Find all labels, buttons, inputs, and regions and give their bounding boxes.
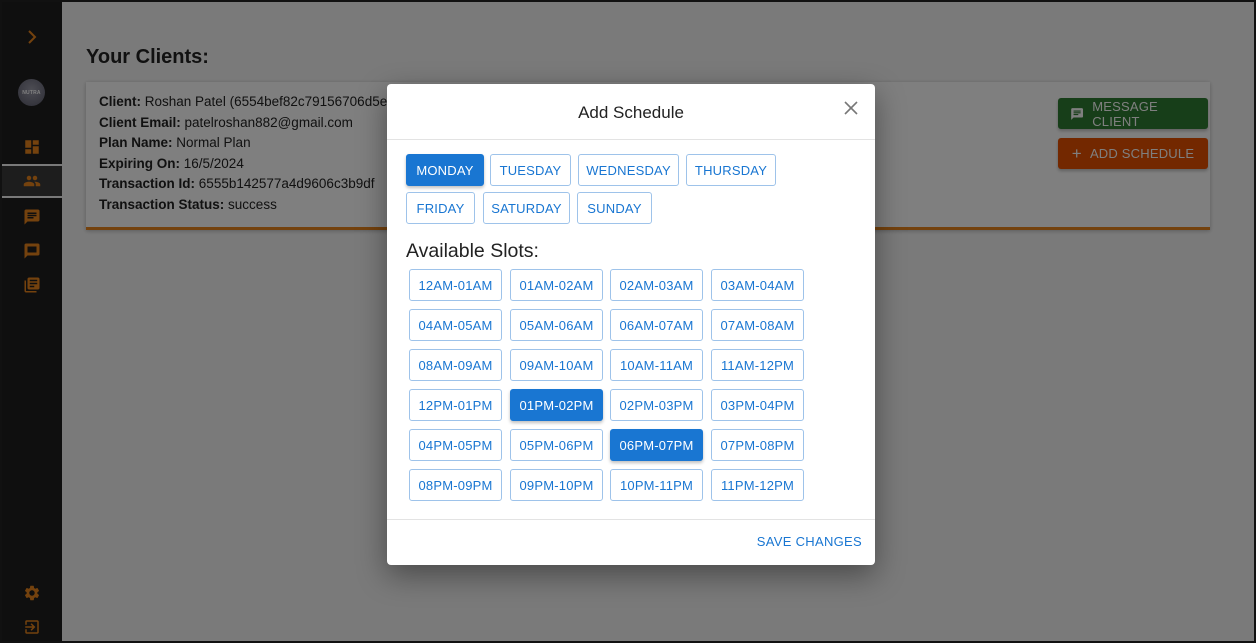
slot-chip[interactable]: 02AM-03AM xyxy=(610,269,703,301)
slot-chip[interactable]: 08PM-09PM xyxy=(409,469,502,501)
day-chip-saturday[interactable]: SATURDAY xyxy=(483,192,570,224)
slot-chip[interactable]: 10AM-11AM xyxy=(610,349,703,381)
slot-chip[interactable]: 01PM-02PM xyxy=(510,389,603,421)
slot-chip[interactable]: 07AM-08AM xyxy=(711,309,804,341)
slot-chip[interactable]: 12PM-01PM xyxy=(409,389,502,421)
slot-chip[interactable]: 03PM-04PM xyxy=(711,389,804,421)
save-changes-button[interactable]: SAVE CHANGES xyxy=(757,534,862,549)
day-chip-thursday[interactable]: THURSDAY xyxy=(686,154,776,186)
day-chip-wednesday[interactable]: WEDNESDAY xyxy=(578,154,679,186)
day-chip-sunday[interactable]: SUNDAY xyxy=(577,192,652,224)
app-window: NUTRA Your Clients: Client: Roshan Patel… xyxy=(0,0,1256,643)
slot-chip[interactable]: 05PM-06PM xyxy=(510,429,603,461)
slot-chip[interactable]: 06AM-07AM xyxy=(610,309,703,341)
day-chip-friday[interactable]: FRIDAY xyxy=(406,192,475,224)
add-schedule-dialog: Add Schedule MONDAY TUESDAY WEDNESDAY THURS… xyxy=(387,84,875,565)
slot-chip[interactable]: 09PM-10PM xyxy=(510,469,603,501)
slot-chip[interactable]: 08AM-09AM xyxy=(409,349,502,381)
slot-chip[interactable]: 10PM-11PM xyxy=(610,469,703,501)
slot-chip[interactable]: 11AM-12PM xyxy=(711,349,804,381)
slot-chip[interactable]: 09AM-10AM xyxy=(510,349,603,381)
close-button[interactable] xyxy=(841,98,861,118)
slot-chip[interactable]: 06PM-07PM xyxy=(610,429,703,461)
dialog-title: Add Schedule xyxy=(578,103,684,122)
dialog-footer: SAVE CHANGES xyxy=(387,519,875,565)
slot-chip[interactable]: 03AM-04AM xyxy=(711,269,804,301)
slot-chip[interactable]: 11PM-12PM xyxy=(711,469,804,501)
dialog-header: Add Schedule xyxy=(387,84,875,140)
slot-chip[interactable]: 04PM-05PM xyxy=(409,429,502,461)
slot-chip[interactable]: 12AM-01AM xyxy=(409,269,502,301)
slot-chip[interactable]: 07PM-08PM xyxy=(711,429,804,461)
slot-chip[interactable]: 02PM-03PM xyxy=(610,389,703,421)
slots-title: Available Slots: xyxy=(406,240,539,262)
slot-chip[interactable]: 05AM-06AM xyxy=(510,309,603,341)
day-chip-monday[interactable]: MONDAY xyxy=(406,154,484,186)
close-icon xyxy=(844,101,858,115)
slot-chip[interactable]: 04AM-05AM xyxy=(409,309,502,341)
slot-chip[interactable]: 01AM-02AM xyxy=(510,269,603,301)
day-chip-tuesday[interactable]: TUESDAY xyxy=(490,154,571,186)
